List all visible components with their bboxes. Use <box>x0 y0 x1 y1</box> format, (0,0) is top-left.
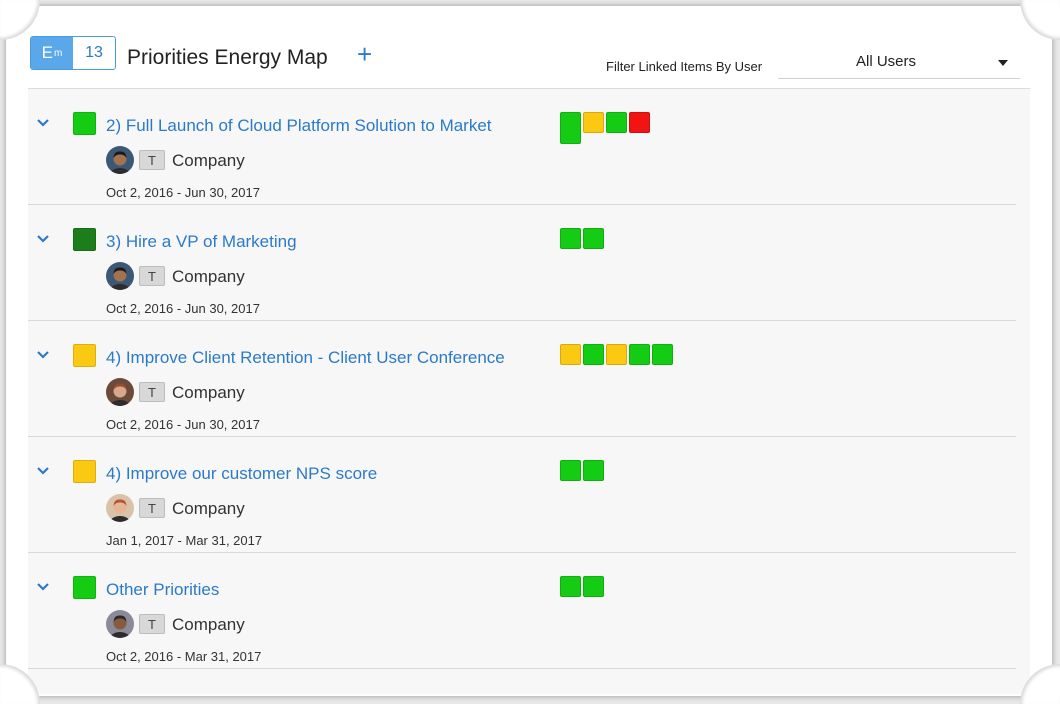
energy-square[interactable] <box>560 576 581 597</box>
date-range: Oct 2, 2016 - Jun 30, 2017 <box>106 301 260 316</box>
chevron-down-icon[interactable] <box>36 349 50 361</box>
status-indicator <box>73 344 96 367</box>
energy-square[interactable] <box>583 344 604 365</box>
screenshot-frame: Em 13 Priorities Energy Map + Filter Lin… <box>6 6 1052 696</box>
owner-name: Company <box>172 383 245 402</box>
energy-square[interactable] <box>606 344 627 365</box>
energy-square[interactable] <box>560 460 581 481</box>
user-filter-select[interactable]: All Users <box>778 48 1020 79</box>
priority-row: 4) Improve our customer NPS score T Comp… <box>28 437 1016 553</box>
priority-row: Other Priorities T Company Oct 2, 2016 -… <box>28 553 1016 669</box>
energy-square[interactable] <box>583 460 604 481</box>
priority-title-link[interactable]: 2) Full Launch of Cloud Platform Solutio… <box>106 116 492 136</box>
chevron-down-icon[interactable] <box>36 465 50 477</box>
owner-name: Company <box>172 267 245 286</box>
chevron-down-icon[interactable] <box>36 233 50 245</box>
energy-indicators <box>560 112 650 144</box>
em-logo-sup: m <box>54 47 63 59</box>
energy-square[interactable] <box>583 112 604 133</box>
energy-square[interactable] <box>629 344 650 365</box>
status-indicator <box>73 460 96 483</box>
em-logo-letter: E <box>41 43 53 62</box>
chevron-down-icon[interactable] <box>36 117 50 129</box>
energy-square[interactable] <box>606 112 627 133</box>
page-title: Priorities Energy Map <box>127 46 328 69</box>
energy-indicators <box>560 228 604 249</box>
dropdown-caret-icon <box>998 60 1008 66</box>
user-filter-value: All Users <box>856 53 917 70</box>
owner-name: Company <box>172 615 245 634</box>
priority-row: 3) Hire a VP of Marketing T Company Oct … <box>28 205 1016 321</box>
energy-square[interactable] <box>652 344 673 365</box>
priority-title-link[interactable]: Other Priorities <box>106 580 219 600</box>
energy-square[interactable] <box>629 112 650 133</box>
date-range: Oct 2, 2016 - Mar 31, 2017 <box>106 649 262 664</box>
energy-square[interactable] <box>583 576 604 597</box>
energy-square[interactable] <box>560 112 581 144</box>
add-priority-button[interactable]: + <box>357 41 372 67</box>
priorities-list: 2) Full Launch of Cloud Platform Solutio… <box>28 89 1016 669</box>
priority-row: 2) Full Launch of Cloud Platform Solutio… <box>28 89 1016 205</box>
avatar-man-suit <box>106 610 134 638</box>
owner-type-tag: T <box>139 498 165 518</box>
energy-indicators <box>560 344 673 365</box>
date-range: Oct 2, 2016 - Jun 30, 2017 <box>106 185 260 200</box>
status-indicator <box>73 112 96 135</box>
owner-type-tag: T <box>139 150 165 170</box>
chevron-down-icon[interactable] <box>36 581 50 593</box>
avatar-man-dark-hair <box>106 262 134 290</box>
energy-map-badge[interactable]: Em 13 <box>30 36 116 70</box>
date-range: Jan 1, 2017 - Mar 31, 2017 <box>106 533 263 548</box>
energy-square[interactable] <box>583 228 604 249</box>
owner-type-tag: T <box>139 382 165 402</box>
avatar-man-glasses <box>106 378 134 406</box>
filter-label: Filter Linked Items By User <box>606 59 763 74</box>
priority-title-link[interactable]: 4) Improve Client Retention - Client Use… <box>106 348 505 368</box>
em-logo: Em <box>31 37 73 69</box>
energy-indicators <box>560 460 604 481</box>
avatar-man-dark-hair <box>106 146 134 174</box>
date-range: Oct 2, 2016 - Jun 30, 2017 <box>106 417 260 432</box>
item-count: 13 <box>85 44 103 61</box>
priority-row: 4) Improve Client Retention - Client Use… <box>28 321 1016 437</box>
owner-type-tag: T <box>139 614 165 634</box>
owner-type-tag: T <box>139 266 165 286</box>
energy-square[interactable] <box>560 344 581 365</box>
status-indicator <box>73 576 96 599</box>
avatar-woman-red-hair <box>106 494 134 522</box>
energy-indicators <box>560 576 604 597</box>
priority-title-link[interactable]: 3) Hire a VP of Marketing <box>106 232 297 252</box>
energy-map-panel: Em 13 Priorities Energy Map + Filter Lin… <box>28 18 1030 694</box>
header-bar: Em 13 Priorities Energy Map + Filter Lin… <box>28 18 1030 89</box>
priority-title-link[interactable]: 4) Improve our customer NPS score <box>106 464 377 484</box>
owner-name: Company <box>172 151 245 170</box>
status-indicator <box>73 228 96 251</box>
energy-square[interactable] <box>560 228 581 249</box>
owner-name: Company <box>172 499 245 518</box>
